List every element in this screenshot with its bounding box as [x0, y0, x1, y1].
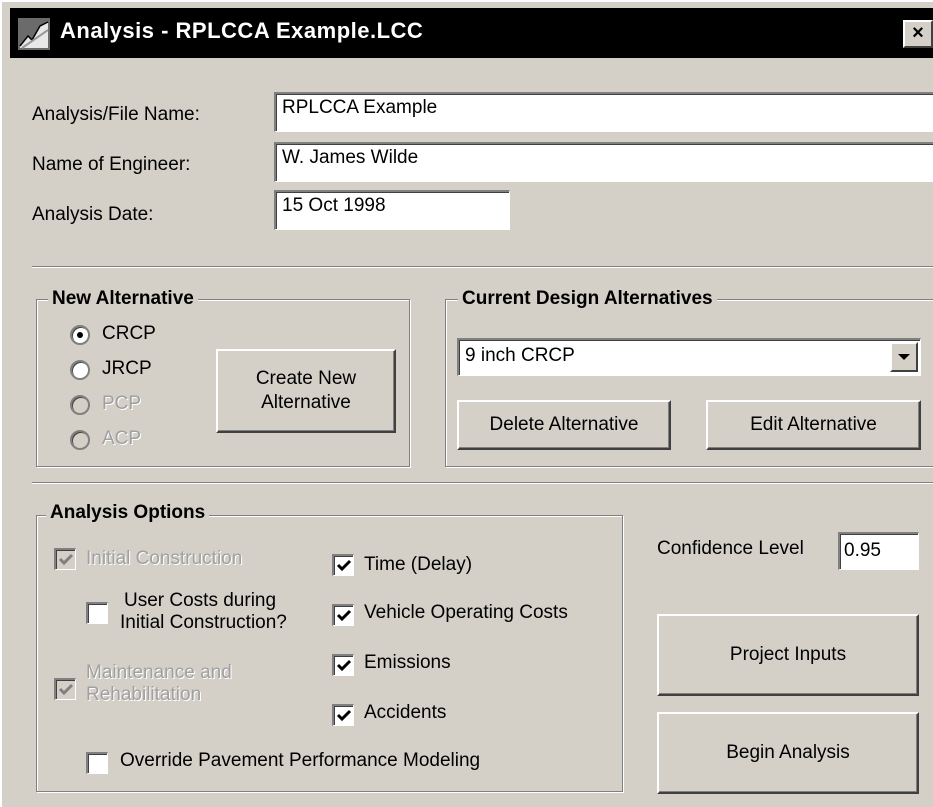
engineer-label: Name of Engineer:	[32, 154, 191, 175]
project-inputs-button[interactable]: Project Inputs	[657, 614, 919, 696]
separator	[32, 266, 933, 268]
emissions-checkbox[interactable]	[332, 654, 354, 676]
new-alternative-title: New Alternative	[48, 288, 198, 310]
alternative-select-value: 9 inch CRCP	[465, 345, 575, 366]
user-costs-label-line1: User Costs during	[124, 590, 277, 611]
confidence-level-input[interactable]: 0.95	[838, 532, 919, 570]
emissions-label: Emissions	[364, 652, 451, 673]
create-button-line2: Alternative	[261, 392, 351, 413]
radio-jrcp[interactable]	[70, 360, 90, 380]
check-icon	[58, 553, 74, 566]
edit-alternative-button[interactable]: Edit Alternative	[706, 400, 921, 450]
user-costs-label-line2: Initial Construction?	[120, 612, 287, 633]
check-icon	[336, 609, 352, 622]
radio-jrcp-label: JRCP	[102, 358, 152, 379]
check-icon	[58, 683, 74, 696]
maintenance-checkbox	[54, 678, 76, 700]
current-alternatives-title: Current Design Alternatives	[458, 288, 717, 310]
vehicle-operating-label: Vehicle Operating Costs	[364, 602, 568, 623]
engineer-input[interactable]: W. James Wilde	[274, 142, 933, 182]
user-costs-label: User Costs during Initial Construction?	[120, 590, 287, 634]
radio-pcp	[70, 395, 90, 415]
app-icon	[18, 18, 50, 50]
maintenance-label: Maintenance and Rehabilitation	[86, 662, 232, 706]
window-title: Analysis - RPLCCA Example.LCC	[60, 18, 424, 43]
radio-selected-dot	[77, 332, 83, 338]
accidents-label: Accidents	[364, 702, 447, 723]
check-icon	[336, 709, 352, 722]
user-costs-checkbox[interactable]	[86, 602, 108, 624]
check-icon	[336, 559, 352, 572]
override-checkbox[interactable]	[86, 752, 108, 774]
dropdown-arrow-icon[interactable]	[890, 342, 918, 372]
radio-crcp-label: CRCP	[102, 323, 156, 344]
time-delay-checkbox[interactable]	[332, 554, 354, 576]
analysis-date-input[interactable]: 15 Oct 1998	[274, 190, 510, 230]
radio-crcp[interactable]	[70, 325, 90, 345]
delete-alternative-button[interactable]: Delete Alternative	[457, 400, 671, 450]
title-bar[interactable]: Analysis - RPLCCA Example.LCC ×	[10, 8, 933, 58]
radio-acp-label: ACP	[102, 428, 142, 449]
file-name-input[interactable]: RPLCCA Example	[274, 92, 933, 132]
analysis-date-label: Analysis Date:	[32, 204, 154, 225]
separator	[32, 482, 933, 484]
analysis-window: Analysis - RPLCCA Example.LCC × Analysis…	[0, 0, 933, 807]
create-new-alternative-button[interactable]: Create New Alternative	[216, 349, 396, 433]
confidence-level-label: Confidence Level	[657, 538, 804, 559]
begin-analysis-button[interactable]: Begin Analysis	[657, 712, 919, 794]
accidents-checkbox[interactable]	[332, 704, 354, 726]
time-delay-label: Time (Delay)	[364, 554, 473, 575]
vehicle-operating-checkbox[interactable]	[332, 604, 354, 626]
check-icon	[336, 659, 352, 672]
maintenance-label-line1: Maintenance and	[86, 662, 232, 683]
alternative-select[interactable]: 9 inch CRCP	[457, 338, 921, 376]
analysis-options-title: Analysis Options	[46, 502, 210, 524]
file-name-label: Analysis/File Name:	[32, 104, 200, 125]
close-button[interactable]: ×	[903, 20, 933, 48]
radio-pcp-label: PCP	[102, 393, 142, 414]
radio-acp	[70, 430, 90, 450]
initial-construction-checkbox	[54, 548, 76, 570]
initial-construction-label: Initial Construction	[86, 548, 243, 569]
create-button-line1: Create New	[255, 368, 357, 389]
override-label: Override Pavement Performance Modeling	[120, 750, 481, 771]
maintenance-label-line2: Rehabilitation	[86, 684, 202, 705]
